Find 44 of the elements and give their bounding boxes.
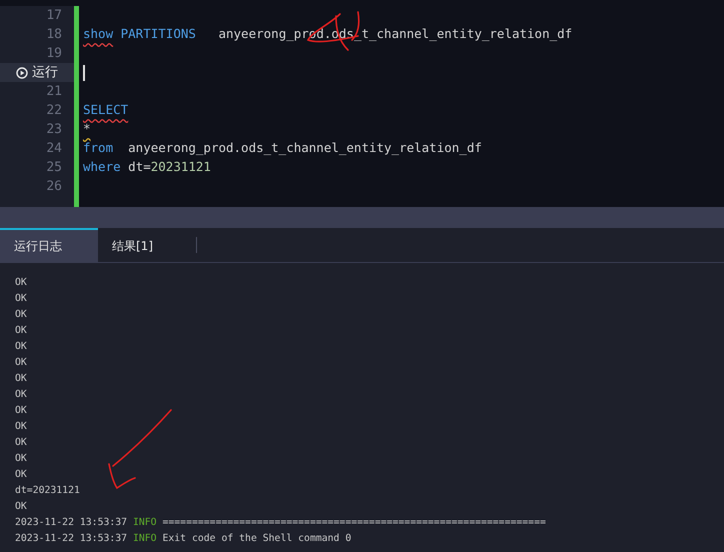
log-line: OK — [15, 292, 27, 306]
log-line: OK — [15, 388, 27, 402]
log-line: OK — [15, 356, 27, 370]
code-token: PARTITIONS — [120, 25, 196, 44]
log-line: OK — [15, 276, 27, 290]
log-timestamp: 2023-11-22 13:53:37 — [15, 516, 128, 530]
line-number: 23 — [46, 120, 62, 139]
panel-splitter[interactable] — [0, 207, 724, 228]
log-message: ================================================================= — [162, 516, 546, 530]
play-icon — [16, 66, 28, 78]
log-level: INFO — [132, 516, 157, 530]
line-number: 24 — [46, 140, 62, 158]
code-token: 20231121 — [150, 158, 211, 176]
code-token: * — [83, 120, 91, 138]
log-line: OK — [15, 372, 27, 386]
log-level: INFO — [132, 532, 157, 546]
log-line: OK — [15, 436, 27, 450]
panel-tab[interactable]: 运行日志 — [0, 228, 98, 262]
code-token: from — [83, 139, 114, 158]
log-message: Exit code of the Shell command 0 — [162, 532, 352, 546]
log-line: OK — [15, 468, 27, 482]
line-number: 21 — [46, 82, 62, 101]
log-timestamp: 2023-11-22 13:53:37 — [15, 532, 128, 546]
panel-tab[interactable]: 结果[1] — [98, 228, 196, 262]
log-line: OK — [15, 404, 27, 418]
line-number: 19 — [46, 44, 62, 63]
code-token: show — [83, 25, 114, 44]
code-token: SELECT — [83, 101, 128, 120]
log-line: OK — [15, 420, 27, 434]
log-line: OK — [15, 500, 27, 514]
line-number: 17 — [46, 6, 62, 25]
log-line: OK — [15, 324, 27, 338]
line-number: 25 — [46, 158, 62, 177]
line-number: 18 — [46, 26, 62, 44]
log-line: OK — [15, 452, 27, 466]
code-token: where — [83, 158, 121, 176]
line-number: 22 — [46, 102, 62, 120]
code-token: dt= — [127, 158, 151, 176]
log-line: dt=20231121 — [15, 484, 80, 498]
line-number: 26 — [46, 178, 62, 196]
log-line: OK — [15, 340, 27, 354]
log-line: OK — [15, 308, 27, 322]
run-button[interactable]: 运行 — [0, 63, 74, 82]
code-token: anyeerong_prod.ods_t_channel_entity_relation_df — [127, 139, 482, 158]
